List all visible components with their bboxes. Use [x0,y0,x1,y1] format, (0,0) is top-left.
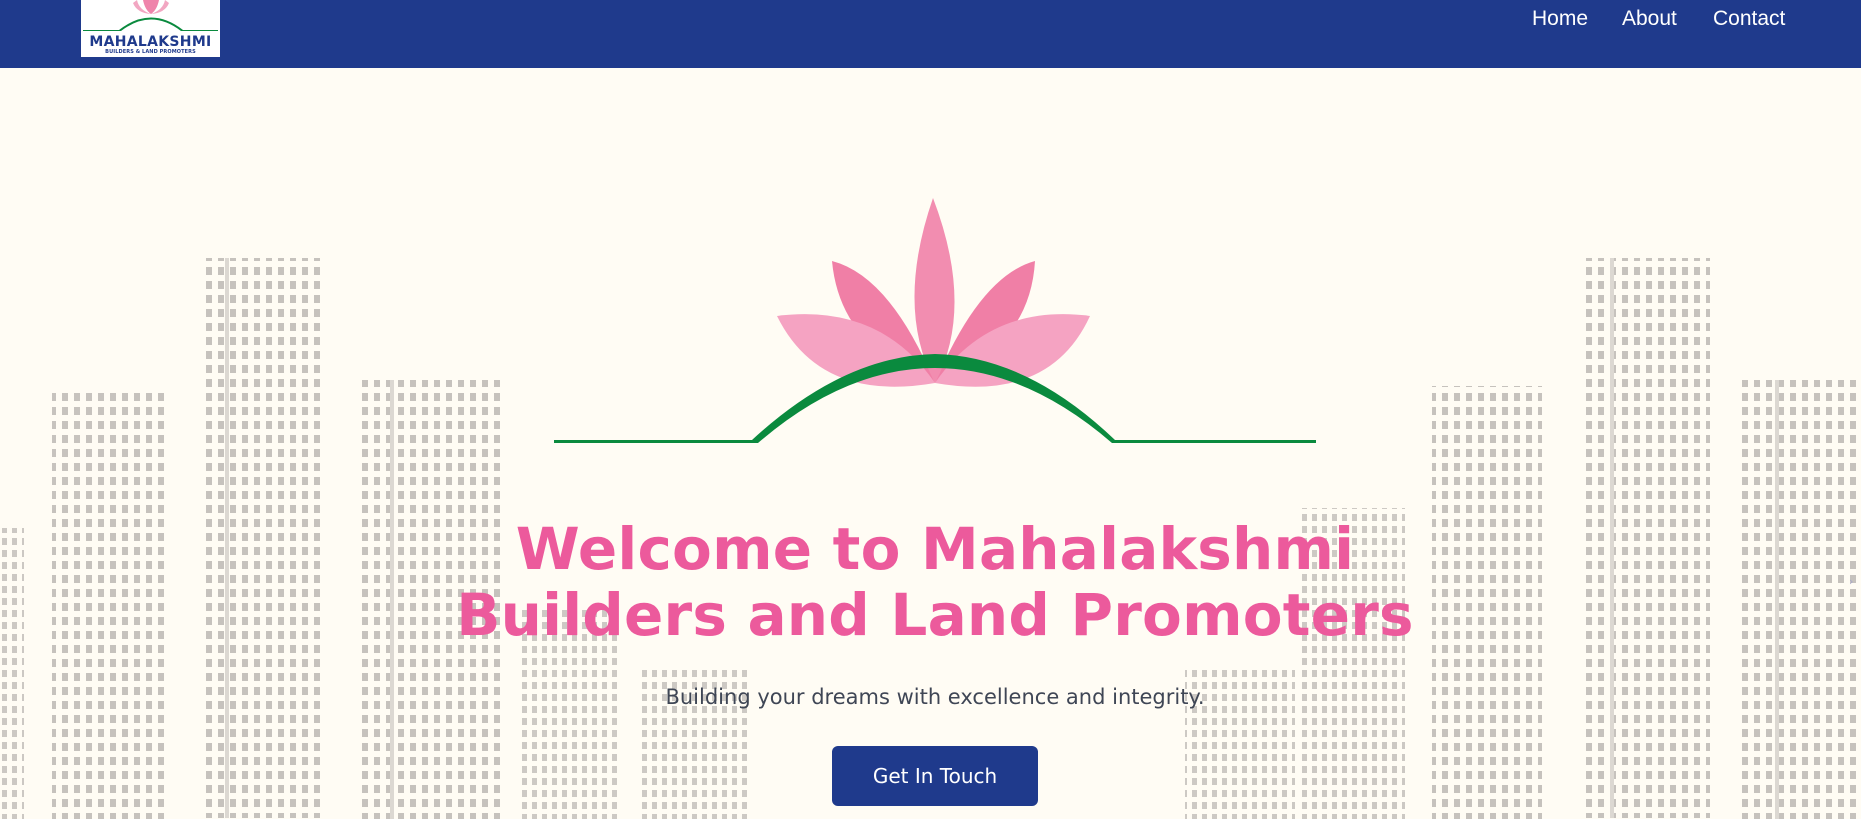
nav-about-link[interactable]: About [1622,7,1677,31]
hero-title-line-2: Builders and Land Promoters [456,581,1414,649]
side-arrow-icon[interactable]: › [1849,572,1861,592]
get-in-touch-button[interactable]: Get In Touch [832,746,1038,806]
lotus-emblem-icon [554,198,1316,443]
nav-contact-link[interactable]: Contact [1713,7,1785,31]
hero-subtitle: Building your dreams with excellence and… [665,685,1205,709]
logo-name: MAHALAKSHMI [89,34,212,50]
logo-tagline: BUILDERS & LAND PROMOTERS [105,49,196,55]
hero-title-line-1: Welcome to Mahalakshmi [515,515,1355,583]
top-navbar: MAHALAKSHMI BUILDERS & LAND PROMOTERS Ho… [0,0,1861,68]
brand-logo[interactable]: MAHALAKSHMI BUILDERS & LAND PROMOTERS [81,0,220,57]
nav-home-link[interactable]: Home [1532,7,1588,31]
hero-title: Welcome to Mahalakshmi Builders and Land… [380,516,1490,648]
